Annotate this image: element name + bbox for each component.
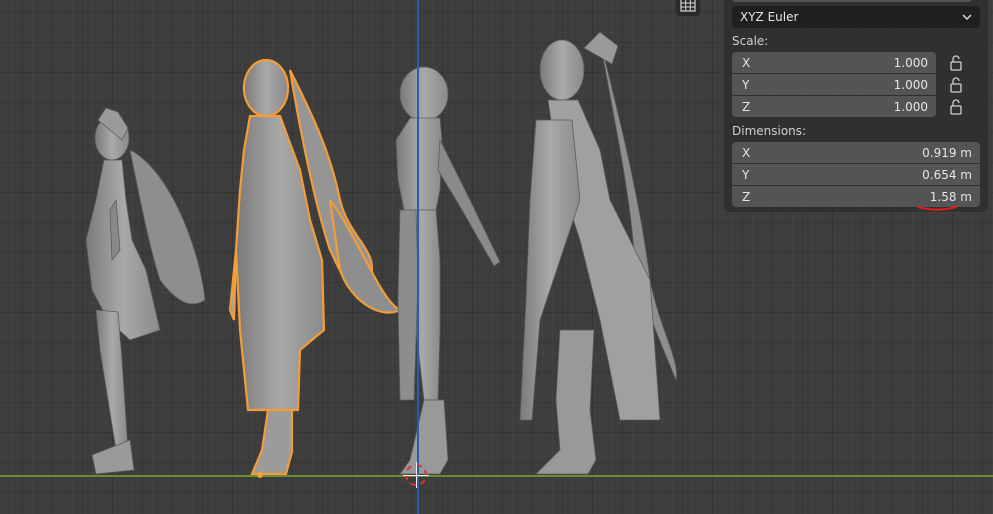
axis-label: Y [742, 167, 750, 182]
dimension-x-field[interactable]: X 0.919 m [732, 142, 980, 163]
axis-label: Z [742, 99, 751, 114]
red-underline-annotation [916, 205, 958, 211]
rotation-mode-value: XYZ Euler [740, 10, 799, 24]
chevron-down-icon [962, 10, 972, 24]
dimensions-label: Dimensions: [732, 124, 807, 138]
figure-2-selected[interactable] [228, 58, 403, 476]
scale-fields: X 1.000 Y 1.000 Z 1.000 [732, 52, 936, 117]
field-value: 0.919 m [922, 145, 972, 160]
axis-label: Y [742, 77, 750, 92]
figure-4[interactable] [519, 31, 677, 475]
field-value: 1.000 [893, 99, 928, 114]
3d-cursor-icon[interactable] [403, 462, 429, 488]
field-value: 1.58 m [929, 189, 972, 204]
object-origin-dot [257, 472, 263, 478]
scale-x-field[interactable]: X 1.000 [732, 52, 936, 73]
y-axis-line [0, 475, 993, 477]
axis-label: Z [742, 189, 751, 204]
dimensions-fields: X 0.919 m Y 0.654 m Z 1.58 m [732, 142, 980, 207]
axis-label: X [742, 55, 751, 70]
unlock-icon[interactable] [948, 55, 964, 71]
unlock-icon[interactable] [948, 99, 964, 115]
dimension-y-field[interactable]: Y 0.654 m [732, 164, 980, 185]
field-value: 1.000 [893, 55, 928, 70]
rotation-mode-dropdown[interactable]: XYZ Euler [732, 6, 980, 28]
unlock-icon[interactable] [948, 77, 964, 93]
field-value: 1.000 [893, 77, 928, 92]
scale-label: Scale: [732, 34, 769, 48]
scale-y-field[interactable]: Y 1.000 [732, 74, 936, 95]
scale-z-field[interactable]: Z 1.000 [732, 96, 936, 117]
grid-icon[interactable] [676, 0, 700, 16]
z-axis-line [417, 0, 419, 514]
field-value: 0.654 m [922, 167, 972, 182]
axis-label: X [742, 145, 751, 160]
figure-1[interactable] [85, 107, 206, 475]
collapsed-field[interactable] [732, 0, 972, 2]
figure-3[interactable] [395, 66, 501, 475]
transform-properties-panel: XYZ Euler Scale: X 1.000 Y 1.000 Z 1.000… [724, 0, 988, 212]
